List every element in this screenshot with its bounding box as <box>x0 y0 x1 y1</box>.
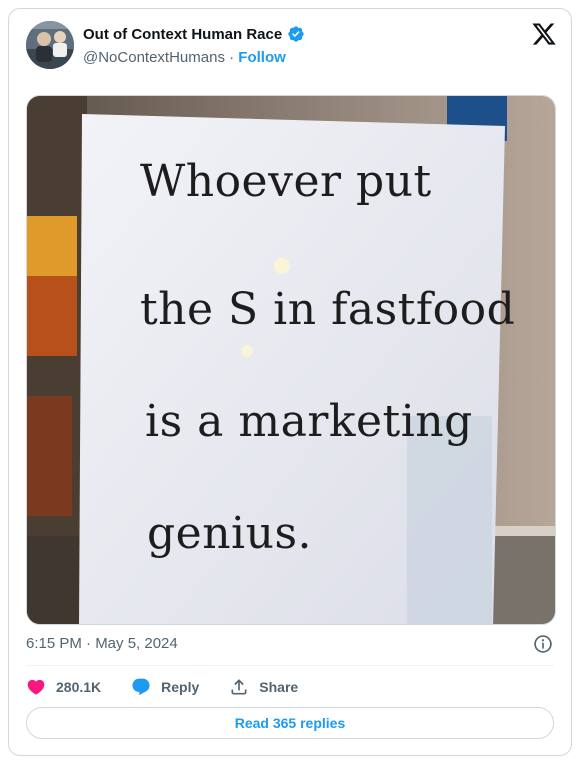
tweet-card: Out of Context Human Race @NoContextHuma… <box>8 8 572 756</box>
like-count: 280.1K <box>56 679 102 695</box>
follow-button[interactable]: Follow <box>238 49 286 66</box>
timestamp[interactable]: 6:15 PM · May 5, 2024 <box>26 635 178 652</box>
action-bar: 280.1K Reply Share <box>26 675 328 699</box>
author-name-row[interactable]: Out of Context Human Race <box>83 25 305 43</box>
avatar-image <box>26 21 74 69</box>
share-button[interactable]: Share <box>229 677 298 697</box>
tweet-image[interactable]: Whoever put the S in fastfood is a marke… <box>26 95 556 625</box>
handle-row: @NoContextHumans · Follow <box>83 49 286 66</box>
sign-text-line-2: the S in fastfood <box>140 284 516 335</box>
reply-label: Reply <box>161 679 200 695</box>
sign-text-line-3: is a marketing <box>145 396 473 447</box>
read-replies-button[interactable]: Read 365 replies <box>26 707 554 739</box>
reply-button[interactable]: Reply <box>131 677 199 697</box>
info-icon[interactable] <box>533 634 553 654</box>
heart-icon <box>27 679 45 695</box>
author-name[interactable]: Out of Context Human Race <box>83 26 282 43</box>
x-logo-icon[interactable] <box>531 21 557 47</box>
sign-text-line-4: genius. <box>147 508 313 559</box>
avatar[interactable] <box>26 21 74 69</box>
sign-text-line-1: Whoever put <box>140 156 432 207</box>
share-label: Share <box>259 679 299 695</box>
share-icon <box>231 679 247 695</box>
reply-bubble-icon <box>132 678 150 696</box>
author-handle[interactable]: @NoContextHumans <box>83 49 225 66</box>
verified-badge-icon <box>288 26 304 42</box>
like-button[interactable]: 280.1K <box>26 677 101 697</box>
separator-dot: · <box>224 49 239 66</box>
divider <box>26 665 554 666</box>
